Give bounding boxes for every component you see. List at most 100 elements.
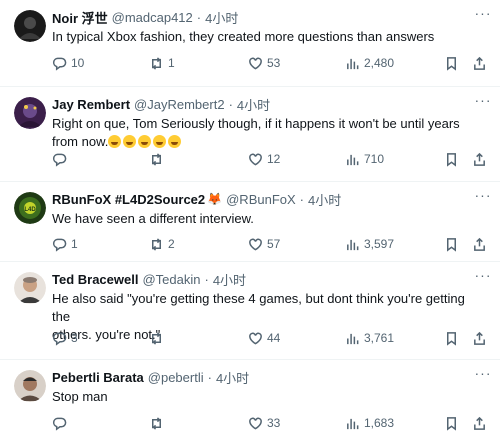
handle[interactable]: @madcap412 bbox=[112, 10, 193, 25]
handle[interactable]: @pebertli bbox=[148, 370, 204, 385]
tweet-header: RBunFoX #L4D2Source2 🦊 @RBunFoX · 4小时 bbox=[52, 190, 490, 208]
tears-of-joy-emoji bbox=[123, 135, 137, 148]
separator: · bbox=[204, 271, 209, 287]
display-name[interactable]: Ted Bracewell bbox=[52, 272, 138, 287]
bookmark-button[interactable] bbox=[444, 56, 459, 71]
timestamp[interactable]: 4小时 bbox=[216, 368, 249, 387]
like-button[interactable]: 44 bbox=[248, 331, 280, 346]
tweet-header: Jay Rembert @JayRembert2 · 4小时 bbox=[52, 95, 490, 113]
more-options-icon[interactable]: ··· bbox=[472, 186, 494, 204]
like-count: 57 bbox=[267, 237, 281, 251]
tweet[interactable]: Ted Bracewell @Tedakin · 4小时 ··· He also… bbox=[0, 262, 500, 360]
share-icon bbox=[474, 331, 485, 345]
timestamp[interactable]: 4小时 bbox=[205, 8, 238, 27]
avatar[interactable] bbox=[14, 10, 46, 42]
timestamp[interactable]: 4小时 bbox=[213, 270, 246, 289]
view-count: 3,597 bbox=[364, 237, 395, 251]
separator: · bbox=[228, 96, 233, 112]
heart-icon bbox=[249, 153, 262, 166]
views-icon bbox=[347, 239, 359, 250]
share-icon bbox=[474, 416, 485, 430]
tweet-text: We have seen a different interview. bbox=[52, 211, 254, 226]
handle[interactable]: @JayRembert2 bbox=[134, 97, 225, 112]
heart-icon bbox=[249, 332, 262, 345]
reply-count: 1 bbox=[71, 237, 78, 251]
more-options-icon[interactable]: ··· bbox=[472, 364, 494, 382]
bookmark-button[interactable] bbox=[444, 331, 459, 346]
timestamp[interactable]: 4小时 bbox=[237, 95, 270, 114]
tweet-text-line: Right on que, Tom Seriously though, if i… bbox=[52, 116, 460, 131]
tears-of-joy-emoji bbox=[138, 135, 152, 148]
views-button[interactable]: 2,480 bbox=[345, 56, 394, 71]
retweet-button[interactable] bbox=[149, 331, 168, 346]
retweet-button[interactable]: 1 bbox=[149, 56, 175, 71]
avatar[interactable] bbox=[14, 272, 46, 304]
like-count: 53 bbox=[267, 56, 281, 70]
retweet-icon bbox=[152, 331, 161, 345]
more-options-icon[interactable]: ··· bbox=[472, 266, 494, 284]
retweet-count: 1 bbox=[168, 56, 175, 70]
reply-button[interactable] bbox=[52, 416, 71, 431]
views-button[interactable]: 1,683 bbox=[345, 416, 394, 431]
tweet[interactable]: Jay Rembert @JayRembert2 · 4小时 ··· Right… bbox=[0, 87, 500, 182]
views-button[interactable]: 3,761 bbox=[345, 331, 394, 346]
avatar[interactable] bbox=[14, 97, 46, 129]
tweet-header: Noir 浮世 @madcap412 · 4小时 bbox=[52, 8, 490, 26]
action-bar: 12 710 bbox=[52, 149, 490, 169]
separator: · bbox=[196, 9, 202, 25]
tweet-header: Pebertli Barata @pebertli · 4小时 bbox=[52, 368, 490, 386]
view-count: 2,480 bbox=[364, 56, 395, 70]
tweet-text-line: He also said "you're getting these 4 gam… bbox=[52, 291, 465, 324]
reply-icon bbox=[52, 153, 67, 167]
bookmark-button[interactable] bbox=[444, 416, 459, 431]
share-button[interactable] bbox=[472, 331, 487, 346]
tweet-text: In typical Xbox fashion, they created mo… bbox=[52, 29, 435, 44]
bookmark-button[interactable] bbox=[444, 237, 459, 252]
share-button[interactable] bbox=[472, 56, 487, 71]
retweet-button[interactable] bbox=[149, 152, 168, 167]
display-name[interactable]: Noir 浮世 bbox=[52, 8, 108, 27]
heart-icon bbox=[249, 57, 262, 70]
avatar[interactable]: L4D bbox=[14, 192, 46, 224]
retweet-button[interactable] bbox=[149, 416, 168, 431]
tweet-text-line-end: from now. bbox=[52, 134, 109, 149]
tweet[interactable]: Pebertli Barata @pebertli · 4小时 ··· Stop… bbox=[0, 360, 500, 443]
like-button[interactable]: 53 bbox=[248, 56, 280, 71]
bookmark-icon bbox=[447, 331, 456, 346]
like-button[interactable]: 12 bbox=[248, 152, 280, 167]
action-bar: 10 1 53 2,480 bbox=[52, 53, 490, 73]
reply-button[interactable]: 1 bbox=[52, 237, 78, 252]
tweet[interactable]: L4D RBunFoX #L4D2Source2 🦊 @RBunFoX · 4小… bbox=[0, 182, 500, 262]
retweet-button[interactable]: 2 bbox=[149, 237, 175, 252]
handle[interactable]: @Tedakin bbox=[142, 272, 200, 287]
bookmark-icon bbox=[447, 237, 456, 252]
avatar[interactable] bbox=[14, 370, 46, 402]
reply-button[interactable] bbox=[52, 152, 71, 167]
like-button[interactable]: 57 bbox=[248, 237, 280, 252]
views-button[interactable]: 3,597 bbox=[345, 237, 394, 252]
bookmark-button[interactable] bbox=[444, 152, 459, 167]
retweet-icon bbox=[152, 237, 161, 251]
share-button[interactable] bbox=[472, 416, 487, 431]
display-name[interactable]: RBunFoX #L4D2Source2 bbox=[52, 192, 205, 207]
timestamp[interactable]: 4小时 bbox=[308, 190, 341, 209]
views-icon bbox=[347, 333, 359, 344]
tweet[interactable]: Noir 浮世 @madcap412 · 4小时 ··· In typical … bbox=[0, 0, 500, 87]
bookmark-icon bbox=[447, 56, 456, 71]
tears-of-joy-emoji-row bbox=[108, 134, 183, 149]
handle[interactable]: @RBunFoX bbox=[226, 192, 296, 207]
reply-button[interactable]: 10 bbox=[52, 56, 84, 71]
more-options-icon[interactable]: ··· bbox=[472, 91, 494, 109]
separator: · bbox=[299, 191, 305, 207]
display-name[interactable]: Jay Rembert bbox=[52, 97, 130, 112]
share-button[interactable] bbox=[472, 237, 487, 252]
more-options-icon[interactable]: ··· bbox=[472, 4, 494, 22]
view-count: 3,761 bbox=[364, 331, 395, 345]
like-button[interactable]: 33 bbox=[248, 416, 280, 431]
display-name[interactable]: Pebertli Barata bbox=[52, 370, 144, 385]
reply-button[interactable]: 3 bbox=[52, 331, 78, 346]
share-button[interactable] bbox=[472, 152, 487, 167]
fox-emoji: 🦊 bbox=[207, 192, 223, 206]
share-icon bbox=[474, 152, 485, 166]
views-button[interactable]: 710 bbox=[345, 152, 384, 167]
